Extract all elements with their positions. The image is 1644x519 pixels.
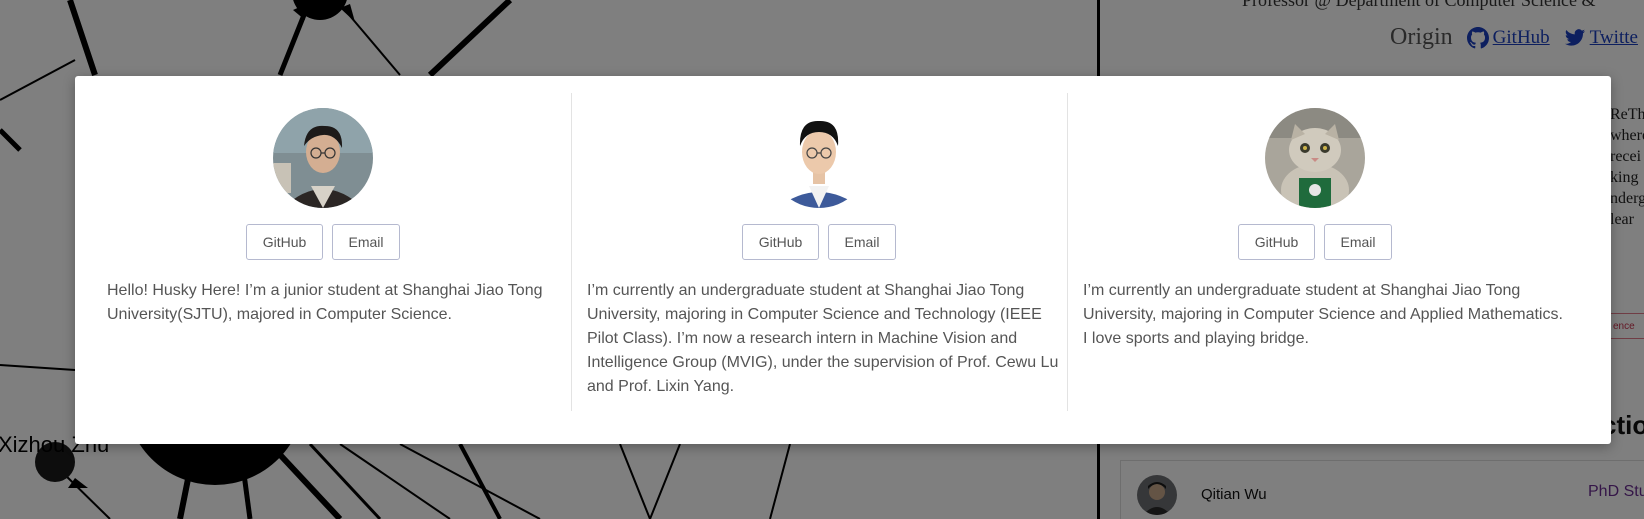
member-card: GitHub Email I’m currently an undergradu… — [571, 93, 1068, 411]
member-card: GitHub Email I’m currently an undergradu… — [1067, 93, 1563, 411]
person-avatar — [769, 108, 869, 208]
member-actions: GitHub Email — [1067, 224, 1563, 260]
member-bio: I’m currently an undergraduate student a… — [1083, 282, 1563, 347]
email-button[interactable]: Email — [332, 224, 400, 260]
team-members-modal: GitHub Email Hello! Husky Here! I’m a ju… — [75, 76, 1611, 444]
github-button[interactable]: GitHub — [742, 224, 819, 260]
member-bio: Hello! Husky Here! I’m a junior student … — [107, 282, 543, 323]
member-actions: GitHub Email — [571, 224, 1067, 260]
person-avatar — [273, 108, 373, 208]
github-button[interactable]: GitHub — [1238, 224, 1315, 260]
member-card: GitHub Email Hello! Husky Here! I’m a ju… — [75, 93, 572, 411]
page: Xizhou Zhu Professor @ Department of Com… — [0, 0, 1644, 519]
email-button[interactable]: Email — [828, 224, 896, 260]
member-bio: I’m currently an undergraduate student a… — [587, 282, 1059, 395]
cat-avatar — [1265, 108, 1365, 208]
github-button[interactable]: GitHub — [246, 224, 323, 260]
member-actions: GitHub Email — [75, 224, 571, 260]
email-button[interactable]: Email — [1324, 224, 1392, 260]
